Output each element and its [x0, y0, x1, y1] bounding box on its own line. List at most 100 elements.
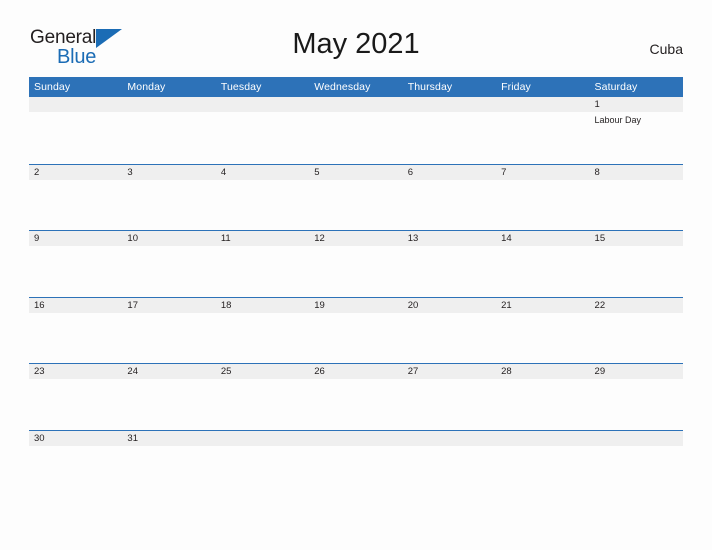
- weekday-header-label: Saturday: [594, 81, 638, 93]
- day-cell-20[interactable]: 20: [403, 298, 496, 313]
- day-number: 1: [594, 99, 600, 110]
- day-cell-23[interactable]: 23: [29, 364, 122, 379]
- day-events-9: [29, 246, 122, 296]
- day-events-28: [496, 379, 589, 429]
- day-cell-22[interactable]: 22: [590, 298, 683, 313]
- day-number: 27: [407, 366, 419, 377]
- day-number-band: 16 17 18 19 20 21 22: [29, 297, 683, 313]
- day-events-empty: [403, 446, 496, 496]
- day-number: 6: [407, 166, 413, 178]
- day-cell-5[interactable]: 5: [309, 165, 402, 180]
- weekday-header-saturday: Saturday: [590, 77, 683, 97]
- weekday-header-wednesday: Wednesday: [309, 77, 402, 97]
- day-number: 29: [594, 366, 606, 377]
- day-cell-1[interactable]: 1: [590, 97, 683, 112]
- day-cell-empty: [216, 97, 309, 112]
- day-number: 5: [314, 166, 320, 178]
- day-events-24: [122, 379, 215, 429]
- day-cell-6[interactable]: 6: [403, 165, 496, 180]
- day-cell-26[interactable]: 26: [309, 364, 402, 379]
- day-cell-17[interactable]: 17: [122, 298, 215, 313]
- day-cell-7[interactable]: 7: [496, 165, 589, 180]
- weekday-header-row: Sunday Monday Tuesday Wednesday Thursday Frid…: [29, 77, 683, 97]
- day-events-21: [496, 313, 589, 363]
- day-number: 17: [127, 299, 138, 311]
- day-events-25: [216, 379, 309, 429]
- day-number-band: 1: [29, 97, 683, 112]
- day-cell-3[interactable]: 3: [122, 165, 215, 180]
- weekday-header-label: Wednesday: [314, 81, 371, 93]
- day-cell-9[interactable]: 9: [29, 231, 122, 246]
- day-cell-12[interactable]: 12: [309, 231, 402, 246]
- day-number: 2: [34, 166, 40, 178]
- day-cell-31[interactable]: 31: [122, 431, 215, 446]
- day-cell-28[interactable]: 28: [496, 364, 589, 379]
- day-number: 15: [594, 233, 606, 244]
- page-header: General Blue May 2021 Cuba: [0, 0, 712, 76]
- weekday-header-friday: Friday: [496, 77, 589, 97]
- day-cell-18[interactable]: 18: [216, 298, 309, 313]
- day-cell-empty: [590, 431, 683, 446]
- page-title: May 2021: [292, 28, 420, 60]
- day-cell-empty: [496, 97, 589, 112]
- day-number: 20: [407, 299, 419, 311]
- day-events-20: [403, 313, 496, 363]
- day-events-12: [309, 246, 402, 296]
- weekday-header-tuesday: Tuesday: [216, 77, 309, 97]
- holiday-event: Labour Day: [594, 115, 642, 125]
- day-cell-8[interactable]: 8: [590, 165, 683, 180]
- day-events-10: [122, 246, 215, 296]
- calendar-week-row: 1 Labour Day: [29, 97, 683, 164]
- day-cell-empty: [309, 431, 402, 446]
- day-cell-4[interactable]: 4: [216, 165, 309, 180]
- calendar-grid: Sunday Monday Tuesday Wednesday Thursday Frid…: [29, 77, 683, 496]
- day-cell-25[interactable]: 25: [216, 364, 309, 379]
- day-cell-24[interactable]: 24: [122, 364, 215, 379]
- calendar-week-row: 30 31: [29, 429, 683, 497]
- day-events-15: [590, 246, 683, 296]
- day-number: 7: [501, 166, 507, 178]
- day-number: 26: [314, 366, 325, 377]
- day-events-empty: [496, 112, 589, 162]
- day-events-5: [309, 180, 402, 230]
- day-number: 11: [220, 233, 231, 244]
- day-cell-15[interactable]: 15: [590, 231, 683, 246]
- day-cell-21[interactable]: 21: [496, 298, 589, 313]
- day-cell-14[interactable]: 14: [496, 231, 589, 246]
- day-cell-empty: [122, 97, 215, 112]
- day-cell-10[interactable]: 10: [122, 231, 215, 246]
- day-number-band: 30 31: [29, 430, 683, 446]
- day-cell-empty: [403, 431, 496, 446]
- day-number: 25: [220, 366, 232, 377]
- day-number-band: 23 24 25 26 27 28 29: [29, 364, 683, 379]
- day-cell-empty: [216, 431, 309, 446]
- day-events-3: [122, 180, 215, 230]
- day-number: 3: [127, 166, 133, 178]
- calendar-week-row: 2 3 4 5 6 7 8: [29, 163, 683, 231]
- day-events-empty: [216, 446, 309, 496]
- day-events-empty: [216, 112, 309, 162]
- calendar-page: General Blue May 2021 Cuba Sunday Monday T…: [0, 0, 712, 550]
- day-cell-30[interactable]: 30: [29, 431, 122, 446]
- day-number: 12: [314, 233, 325, 244]
- day-events-27: [403, 379, 496, 429]
- day-cell-19[interactable]: 19: [309, 298, 402, 313]
- weekday-header-sunday: Sunday: [29, 77, 122, 97]
- weekday-header-label: Friday: [501, 81, 531, 93]
- day-events-18: [216, 313, 309, 363]
- day-events-7: [496, 180, 589, 230]
- day-events-layer: [29, 446, 683, 496]
- day-cell-empty: [496, 431, 589, 446]
- day-events-empty: [122, 112, 215, 162]
- day-events-empty: [403, 112, 496, 162]
- day-cell-13[interactable]: 13: [403, 231, 496, 246]
- day-cell-empty: [403, 97, 496, 112]
- day-cell-27[interactable]: 27: [403, 364, 496, 379]
- weekday-header-label: Monday: [127, 81, 166, 93]
- day-cell-16[interactable]: 16: [29, 298, 122, 313]
- day-cell-2[interactable]: 2: [29, 165, 122, 180]
- day-number: 16: [34, 299, 45, 311]
- day-cell-11[interactable]: 11: [216, 231, 309, 246]
- day-events-30: [29, 446, 122, 496]
- day-cell-29[interactable]: 29: [590, 364, 683, 379]
